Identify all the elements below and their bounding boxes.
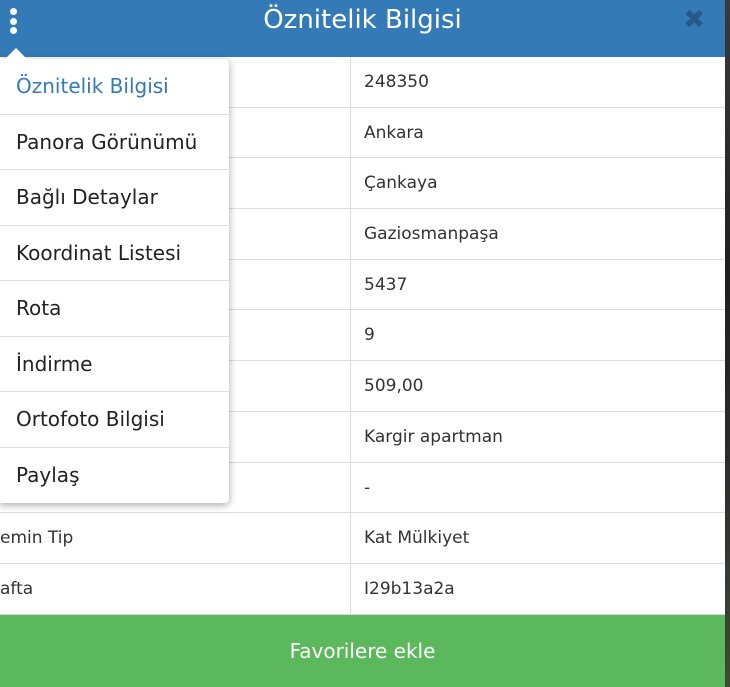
row-value: I29b13a2a — [364, 578, 455, 599]
panel-title: Öznitelik Bilgisi — [263, 5, 462, 35]
panel-header: Öznitelik Bilgisi ✖ — [0, 0, 725, 57]
row-label: emin Tip — [0, 513, 351, 563]
row-value: Gaziosmanpaşa — [364, 224, 499, 245]
table-row: emin Tip Kat Mülkiyet — [0, 513, 725, 564]
row-label: afta — [0, 563, 351, 614]
row-value: Kargir apartman — [364, 426, 503, 447]
dropdown-menu: Öznitelik Bilgisi Panora Görünümü Bağlı … — [0, 48, 229, 504]
menu-caret — [5, 48, 27, 59]
menu-item-route[interactable]: Rota — [0, 281, 229, 337]
menu-item-linked-details[interactable]: Bağlı Detaylar — [0, 170, 229, 226]
close-icon[interactable]: ✖ — [683, 6, 705, 34]
menu-item-panorama-view[interactable]: Panora Görünümü — [0, 115, 229, 170]
row-value: Ankara — [364, 122, 424, 143]
menu-item-orthophoto-info[interactable]: Ortofoto Bilgisi — [0, 392, 229, 448]
menu-item-share[interactable]: Paylaş — [0, 448, 229, 504]
menu-item-download[interactable]: İndirme — [0, 337, 229, 392]
background-map-edge — [725, 0, 730, 687]
table-row: afta I29b13a2a — [0, 563, 725, 615]
row-value: 9 — [364, 325, 375, 346]
row-value: 248350 — [364, 72, 429, 92]
row-value: 509,00 — [364, 376, 424, 397]
add-to-favorites-button[interactable]: Favorilere ekle — [0, 615, 725, 687]
menu-item-attribute-info[interactable]: Öznitelik Bilgisi — [0, 59, 229, 115]
row-value: Kat Mülkiyet — [364, 528, 470, 549]
attribute-panel: Öznitelik Bilgisi ✖ 248350 Ankara Çankay… — [0, 0, 725, 687]
row-value: 5437 — [364, 274, 408, 295]
panel-footer: Favorilere ekle — [0, 615, 725, 687]
row-value: - — [364, 477, 371, 498]
row-value: Çankaya — [364, 173, 438, 194]
menu-item-coordinate-list[interactable]: Koordinat Listesi — [0, 226, 229, 281]
